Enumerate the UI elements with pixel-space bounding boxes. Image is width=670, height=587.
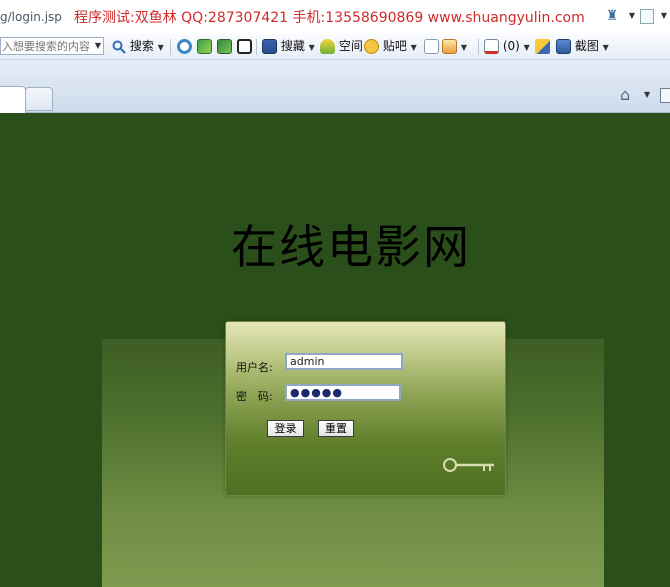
toolbar-divider bbox=[256, 39, 257, 55]
film-icon bbox=[237, 39, 252, 54]
chat-icon bbox=[364, 39, 379, 54]
tab-current[interactable] bbox=[0, 86, 26, 113]
search-icon bbox=[112, 40, 126, 54]
tieba-button[interactable]: 贴吧 ▼ bbox=[364, 37, 417, 56]
note-icon bbox=[442, 39, 457, 54]
pen-button[interactable] bbox=[535, 37, 550, 56]
password-label: 密 码: bbox=[236, 390, 273, 403]
login-button[interactable]: 登录 bbox=[267, 420, 304, 437]
app-button[interactable] bbox=[177, 37, 192, 56]
bookmark-icon bbox=[262, 39, 277, 54]
chevron-down-icon: ▼ bbox=[523, 43, 530, 52]
username-input[interactable] bbox=[285, 353, 403, 370]
favorites-icon[interactable]: ♜ bbox=[604, 8, 620, 24]
bookmarks-label: 搜藏 bbox=[280, 39, 305, 53]
search-button-label: 搜索 bbox=[129, 39, 154, 53]
username-label: 用户名: bbox=[236, 361, 273, 374]
chevron-down-icon[interactable]: ▼ bbox=[656, 8, 670, 24]
space-icon bbox=[320, 39, 335, 54]
mail-button[interactable] bbox=[424, 37, 439, 56]
mail-icon bbox=[424, 39, 439, 54]
compatibility-view-icon[interactable] bbox=[640, 9, 654, 24]
translate-button[interactable] bbox=[217, 37, 232, 56]
mail-alert-button[interactable]: (0) ▼ bbox=[484, 37, 530, 56]
space-label: 空间 bbox=[338, 39, 363, 53]
chevron-down-icon: ▼ bbox=[308, 43, 315, 52]
space-button[interactable]: 空间 bbox=[320, 37, 363, 56]
film-button[interactable] bbox=[237, 37, 252, 56]
home-icon[interactable]: ⌂ bbox=[620, 85, 630, 104]
chevron-down-icon: ▼ bbox=[157, 43, 164, 52]
image-button[interactable] bbox=[197, 37, 212, 56]
chevron-down-icon: ▼ bbox=[410, 43, 417, 52]
chevron-down-icon: ▼ bbox=[460, 43, 467, 52]
note-button[interactable]: ▼ bbox=[442, 37, 467, 56]
reset-button[interactable]: 重置 bbox=[318, 420, 354, 437]
program-info-text: 程序测试:双鱼林 QQ:287307421 手机:13558690869 www… bbox=[74, 10, 585, 26]
tab-bar bbox=[0, 60, 670, 113]
password-input[interactable] bbox=[285, 384, 401, 401]
mail-alert-icon bbox=[484, 39, 499, 54]
page-content: 在线电影网 用户名: 密 码: 登录 重置 bbox=[0, 113, 670, 587]
screenshot-button[interactable]: 截图 ▼ bbox=[556, 37, 609, 56]
toolbar-divider bbox=[170, 39, 171, 55]
chevron-down-icon[interactable]: ▼ bbox=[95, 38, 101, 54]
chevron-down-icon[interactable]: ▼ bbox=[644, 90, 650, 99]
screenshot-icon bbox=[556, 39, 571, 54]
chevron-down-icon: ▼ bbox=[602, 43, 609, 52]
app-icon bbox=[177, 39, 192, 54]
image-icon bbox=[197, 39, 212, 54]
bookmarks-button[interactable]: 搜藏 ▼ bbox=[262, 37, 315, 56]
toolbar: ▼ 搜索 ▼ 搜藏 ▼ 空间 贴吧 ▼ ▼ bbox=[0, 34, 670, 60]
mail-count: (0) bbox=[502, 39, 520, 53]
page-menu-icon[interactable] bbox=[660, 88, 670, 103]
chevron-down-icon[interactable]: ▼ bbox=[624, 8, 640, 24]
search-button[interactable]: 搜索 ▼ bbox=[112, 37, 164, 56]
search-input[interactable] bbox=[1, 38, 90, 54]
toolbar-divider bbox=[478, 39, 479, 55]
tieba-label: 贴吧 bbox=[382, 39, 407, 53]
toolbar-search-box[interactable]: ▼ bbox=[0, 37, 104, 55]
pen-icon bbox=[535, 39, 550, 54]
screenshot-label: 截图 bbox=[574, 39, 599, 53]
site-title: 在线电影网 bbox=[231, 220, 471, 274]
login-panel: 用户名: 密 码: 登录 重置 bbox=[225, 321, 506, 496]
key-icon bbox=[443, 458, 494, 472]
address-bar: g/login.jsp 程序测试:双鱼林 QQ:287307421 手机:135… bbox=[0, 0, 670, 35]
translate-icon bbox=[217, 39, 232, 54]
url-field[interactable]: g/login.jsp bbox=[0, 10, 62, 24]
new-tab-button[interactable] bbox=[25, 87, 53, 111]
